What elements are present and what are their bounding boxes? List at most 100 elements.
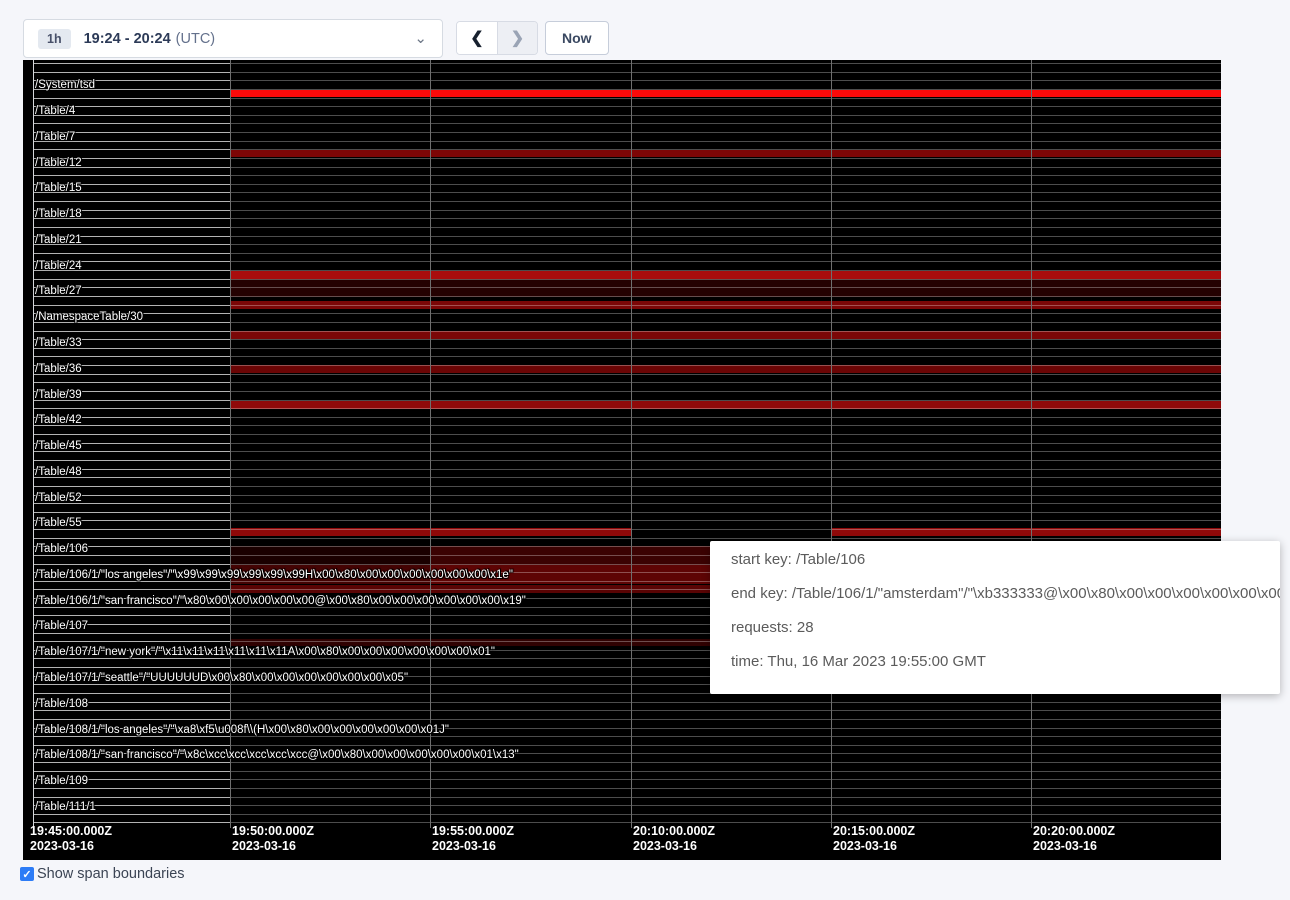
span-boundary-line: [33, 417, 1221, 418]
span-boundary-line: [33, 123, 1221, 124]
span-boundary-line: [33, 408, 1221, 409]
time-gridline: [33, 60, 34, 828]
toolbar: 1h 19:24 - 20:24 (UTC) ⌄ ❮ ❯ Now: [0, 0, 1290, 60]
row-label: /Table/107/1/"seattle"/"UUUUUUD\x00\x80\…: [35, 672, 408, 684]
span-boundary-line: [33, 72, 1221, 73]
span-boundary-line: [33, 356, 1221, 357]
time-gridline: [631, 60, 632, 828]
span-boundary-line: [33, 331, 1221, 332]
row-label: /Table/107/1/"new york"/"\x11\x11\x11\x1…: [35, 646, 495, 658]
span-boundary-line: [33, 348, 1221, 349]
span-boundary-line: [33, 762, 1221, 763]
span-boundary-line: [33, 210, 1221, 211]
x-axis-time: 19:45:00.000Z: [30, 824, 112, 839]
span-boundary-line: [33, 443, 1221, 444]
row-label: /Table/7: [35, 131, 75, 143]
span-boundary-line: [33, 287, 1221, 288]
x-axis-date: 2023-03-16: [633, 839, 715, 854]
span-boundary-line: [33, 745, 1221, 746]
row-label: /Table/33: [35, 337, 82, 349]
span-boundary-line: [33, 797, 1221, 798]
span-boundary-line: [33, 382, 1221, 383]
tooltip-time: time: Thu, 16 Mar 2023 19:55:00 GMT: [731, 645, 1280, 679]
span-boundary-line: [33, 805, 1221, 806]
row-label: /Table/39: [35, 389, 82, 401]
heat-band: [230, 331, 1221, 339]
row-label: /Table/4: [35, 105, 75, 117]
span-boundary-line: [33, 503, 1221, 504]
row-label: /Table/15: [35, 182, 82, 194]
span-boundary-line: [33, 98, 1221, 99]
x-axis-label: 20:15:00.000Z2023-03-16: [833, 824, 915, 853]
footer: ✓ Show span boundaries: [20, 866, 185, 882]
span-boundary-line: [33, 253, 1221, 254]
span-boundary-line: [33, 305, 1221, 306]
span-boundary-line: [33, 192, 1221, 193]
x-axis-time: 19:50:00.000Z: [232, 824, 314, 839]
span-boundary-line: [33, 149, 1221, 150]
key-visualizer-canvas[interactable]: /System/tsd/Table/4/Table/7/Table/12/Tab…: [23, 60, 1221, 860]
span-boundary-line: [33, 788, 1221, 789]
span-boundary-line: [33, 486, 1221, 487]
span-boundary-line: [33, 80, 1221, 81]
span-boundary-line: [33, 495, 1221, 496]
tooltip-start-key: start key: /Table/106: [731, 543, 1280, 577]
heat-band: [230, 271, 1221, 279]
span-boundary-line: [33, 106, 1221, 107]
row-label: /Table/36: [35, 363, 82, 375]
row-label: /System/tsd: [35, 79, 95, 91]
row-label: /Table/12: [35, 157, 82, 169]
chevron-down-icon: ⌄: [414, 34, 427, 44]
span-boundary-line: [33, 89, 1221, 90]
range-timezone: (UTC): [176, 31, 215, 47]
x-axis-label: 20:20:00.000Z2023-03-16: [1033, 824, 1115, 853]
time-gridline: [1031, 60, 1032, 828]
now-button[interactable]: Now: [545, 21, 609, 55]
span-boundary-line: [33, 391, 1221, 392]
span-boundary-line: [33, 374, 1221, 375]
span-boundary-line: [33, 771, 1221, 772]
tooltip-requests: requests: 28: [731, 611, 1280, 645]
span-boundary-line: [33, 167, 1221, 168]
time-gridline: [430, 60, 431, 828]
heat-band: [230, 365, 1221, 373]
span-boundary-line: [33, 339, 1221, 340]
span-boundary-line: [33, 719, 1221, 720]
span-boundary-line: [33, 115, 1221, 116]
show-span-boundaries-checkbox[interactable]: ✓: [20, 867, 34, 881]
span-boundary-line: [33, 63, 1221, 64]
span-boundary-line: [33, 469, 1221, 470]
row-label: /Table/21: [35, 234, 82, 246]
hover-tooltip: start key: /Table/106 end key: /Table/10…: [710, 541, 1280, 694]
span-boundary-line: [33, 702, 1221, 703]
span-boundary-line: [33, 451, 1221, 452]
range-text: 19:24 - 20:24: [84, 31, 171, 47]
span-boundary-line: [33, 141, 1221, 142]
span-boundary-line: [33, 365, 1221, 366]
row-label: /Table/27: [35, 285, 82, 297]
tooltip-end-key: end key: /Table/106/1/"amsterdam"/"\xb33…: [731, 577, 1280, 611]
span-boundary-line: [33, 736, 1221, 737]
range-duration-badge: 1h: [38, 29, 71, 49]
span-boundary-line: [33, 400, 1221, 401]
span-boundary-line: [33, 529, 1221, 530]
span-boundary-line: [33, 236, 1221, 237]
span-boundary-line: [33, 227, 1221, 228]
span-boundary-line: [33, 218, 1221, 219]
span-boundary-line: [33, 322, 1221, 323]
row-label: /Table/55: [35, 517, 82, 529]
row-label: /Table/45: [35, 440, 82, 452]
x-axis-date: 2023-03-16: [1033, 839, 1115, 854]
span-boundary-line: [33, 779, 1221, 780]
span-boundary-line: [33, 132, 1221, 133]
prev-time-button[interactable]: ❮: [457, 22, 497, 54]
span-boundary-line: [33, 460, 1221, 461]
time-gridline: [831, 60, 832, 828]
row-label: /Table/108/1/"los angeles"/"\xa8\xf5\u00…: [35, 724, 449, 736]
show-span-boundaries-label: Show span boundaries: [37, 866, 185, 882]
x-axis-label: 19:45:00.000Z2023-03-16: [30, 824, 112, 853]
span-boundary-line: [33, 814, 1221, 815]
next-time-button[interactable]: ❯: [497, 22, 537, 54]
row-label: /Table/111/1: [35, 801, 96, 813]
time-range-picker[interactable]: 1h 19:24 - 20:24 (UTC) ⌄: [23, 19, 443, 58]
